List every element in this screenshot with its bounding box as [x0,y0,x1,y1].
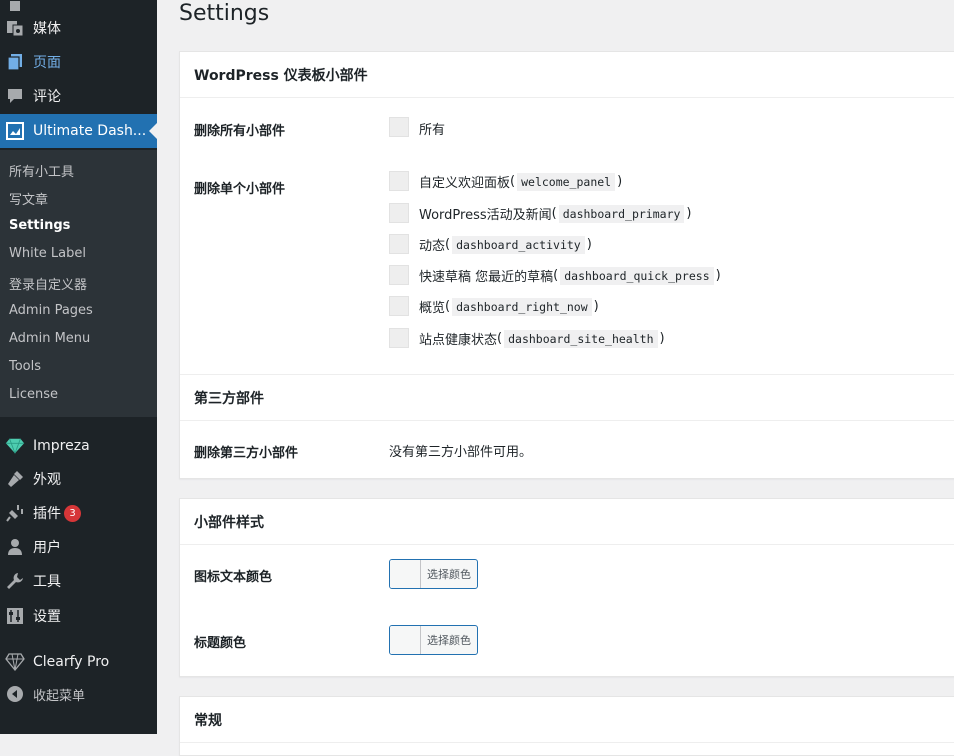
icon-text-color-label: 图标文本颜色 [194,570,273,585]
card-heading: 小部件样式 [180,499,954,545]
widget-checkbox-welcome-panel[interactable] [389,171,409,191]
media-icon [5,18,25,38]
heading-color-label: 标题颜色 [194,636,247,651]
menu-label: 插件 [33,506,61,522]
submenu: 所有小工具 写文章 Settings White Label 登录自定义器 Ad… [0,150,157,417]
comments-icon [5,86,25,106]
card-heading: WordPress 仪表板小部件 [180,52,954,98]
settings-icon [5,606,25,626]
widget-checkbox-dashboard-right-now[interactable] [389,296,409,316]
diamond-icon [5,652,25,672]
remove-single-widget-label: 删除单个小部件 [194,182,286,197]
menu-item-clearfy-pro[interactable]: Clearfy Pro [0,645,157,679]
widget-name: 自定义欢迎面板 [419,176,511,191]
submenu-item-tools[interactable]: Tools [9,359,41,374]
menu-label: Clearfy Pro [33,654,110,670]
dashboard-plugin-icon [5,121,25,141]
menu-item-tools[interactable]: 工具 [0,564,157,598]
menu-label: 评论 [33,89,61,105]
menu-item-comments[interactable]: 评论 [0,79,157,113]
submenu-item-admin-pages[interactable]: Admin Pages [9,303,93,318]
menu-label: 页面 [33,55,61,71]
widget-name: 快速草稿 您最近的草稿 [419,270,554,285]
menu-item-media[interactable]: 媒体 [0,11,157,45]
widget-id: dashboard_activity [452,235,585,254]
appearance-icon [5,469,25,489]
menu-label: 工具 [33,574,61,590]
color-button-label: 选择颜色 [427,634,471,647]
widget-name: 概览 [419,301,446,316]
pages-icon [5,52,25,72]
menu-item-plugins[interactable]: 插件 3 [0,496,157,530]
collapse-icon [5,684,25,704]
card-heading: 常规 [180,697,954,743]
color-swatch [390,560,421,588]
color-swatch [390,626,421,654]
color-button-label: 选择颜色 [427,568,471,581]
remove-all-checkbox[interactable] [389,117,409,137]
admin-sidebar: 媒体 页面 评论 Ultimate Dash... 所有小工具 写文章 Sett… [0,0,157,734]
submenu-item-new-post[interactable]: 写文章 [9,189,48,208]
menu-item-users[interactable]: 用户 [0,530,157,564]
menu-item-pages[interactable]: 页面 [0,45,157,79]
submenu-item-all-widgets[interactable]: 所有小工具 [9,161,74,180]
menu-label: 设置 [33,609,61,625]
widget-name: 站点健康状态 [419,333,498,348]
submenu-item-white-label[interactable]: White Label [9,246,86,261]
menu-item-impreza[interactable]: Impreza [0,429,157,463]
widget-option-dashboard-quick-press: 快速草稿 您最近的草稿(dashboard_quick_press) [419,266,721,285]
plugins-icon [5,503,25,523]
menu-item-settings[interactable]: 设置 [0,599,157,633]
dashboard-widgets-card: WordPress 仪表板小部件 删除所有小部件 所有 删除单个小部件 自定义欢… [179,51,954,479]
menu-label: 外观 [33,472,61,488]
widget-id: dashboard_site_health [504,329,658,348]
widget-style-card: 小部件样式 图标文本颜色 选择颜色 标题颜色 选择颜色 [179,498,954,677]
heading-color-picker[interactable]: 选择颜色 [389,625,478,655]
widget-id: welcome_panel [517,172,616,191]
menu-label: Impreza [33,438,90,454]
menu-label: 收起菜单 [33,688,86,704]
widget-option-dashboard-primary: WordPress活动及新闻(dashboard_primary) [419,204,692,223]
widget-name: 动态 [419,239,446,254]
page-title: Settings [179,1,270,26]
widget-option-dashboard-site-health: 站点健康状态(dashboard_site_health) [419,329,665,348]
tools-icon [5,571,25,591]
submenu-item-settings[interactable]: Settings [9,218,70,233]
icon-text-color-picker[interactable]: 选择颜色 [389,559,478,589]
widget-name: WordPress活动及新闻 [419,208,552,223]
gem-icon [5,436,25,456]
no-third-party-text: 没有第三方小部件可用。 [389,445,533,460]
widget-checkbox-dashboard-quick-press[interactable] [389,265,409,285]
menu-label: 用户 [33,540,61,556]
menu-label: Ultimate Dash... [33,123,147,139]
remove-all-option-label: 所有 [419,123,446,138]
menu-item-appearance[interactable]: 外观 [0,462,157,496]
third-party-heading: 第三方部件 [180,375,954,421]
widget-option-dashboard-right-now: 概览(dashboard_right_now) [419,297,599,316]
collapse-menu-button[interactable]: 收起菜单 [0,677,157,711]
remove-third-party-label: 删除第三方小部件 [194,446,299,461]
widget-option-dashboard-activity: 动态(dashboard_activity) [419,235,592,254]
widget-checkbox-dashboard-site-health[interactable] [389,328,409,348]
widget-checkbox-dashboard-primary[interactable] [389,203,409,223]
widget-option-welcome-panel: 自定义欢迎面板(welcome_panel) [419,172,623,191]
menu-item-ultimate-dashboard[interactable]: Ultimate Dash... [0,114,157,148]
menu-label: 媒体 [33,21,61,37]
submenu-item-login-customizer[interactable]: 登录自定义器 [9,274,87,293]
submenu-item-admin-menu[interactable]: Admin Menu [9,331,90,346]
submenu-item-license[interactable]: License [9,387,58,402]
remove-all-widgets-label: 删除所有小部件 [194,124,286,139]
widget-id: dashboard_quick_press [560,266,714,285]
widget-checkbox-dashboard-activity[interactable] [389,234,409,254]
general-card: 常规 [179,696,954,756]
widget-id: dashboard_right_now [452,297,592,316]
users-icon [5,537,25,557]
update-count-badge: 3 [64,504,81,522]
widget-id: dashboard_primary [558,204,685,223]
